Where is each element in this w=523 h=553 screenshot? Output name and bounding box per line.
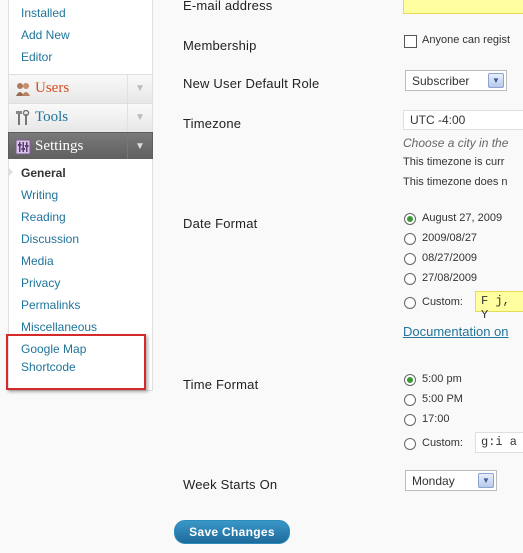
date-format-option-1: August 27, 2009 — [422, 212, 503, 224]
time-format-custom-value: g:i a — [481, 435, 518, 449]
save-changes-button[interactable]: Save Changes — [174, 520, 290, 544]
tools-icon — [16, 110, 30, 125]
membership-label: Membership — [183, 38, 257, 53]
highlight-box — [6, 334, 146, 390]
timezone-label: Timezone — [183, 116, 242, 131]
menu-settings[interactable]: Settings ▼ — [8, 132, 153, 162]
date-format-label: Date Format — [183, 216, 258, 231]
default-role-value: Subscriber — [412, 74, 470, 88]
menu-users-label: Users — [35, 80, 70, 96]
menu-tools-label: Tools — [35, 109, 69, 125]
current-page-pointer — [8, 167, 13, 177]
submenu-installed[interactable]: Installed — [21, 6, 66, 20]
timezone-note-dst: This timezone does n — [403, 176, 508, 188]
submenu-writing[interactable]: Writing — [21, 188, 58, 202]
menu-users[interactable]: Users ▼ — [8, 74, 153, 104]
week-starts-value: Monday — [412, 474, 455, 488]
date-format-custom-input[interactable]: F j, Y — [475, 291, 523, 322]
timezone-value: UTC -4:00 — [410, 113, 466, 127]
membership-checkbox[interactable] — [404, 35, 417, 48]
submenu-editor[interactable]: Editor — [21, 50, 52, 64]
date-format-option-3: 08/27/2009 — [422, 252, 478, 264]
date-format-radio-3[interactable] — [404, 253, 416, 265]
dropdown-arrow-icon: ▼ — [478, 473, 494, 488]
submenu-permalinks[interactable]: Permalinks — [21, 298, 80, 312]
time-format-radio-2[interactable] — [404, 394, 416, 406]
date-format-radio-2[interactable] — [404, 233, 416, 245]
submenu-media[interactable]: Media — [21, 254, 54, 268]
settings-icon — [15, 139, 31, 155]
chevron-down-icon[interactable]: ▼ — [127, 75, 152, 103]
menu-settings-label: Settings — [35, 138, 84, 154]
submenu-reading[interactable]: Reading — [21, 210, 66, 224]
time-format-custom-label: Custom: — [422, 437, 463, 449]
timezone-hint: Choose a city in the — [403, 136, 509, 150]
dropdown-arrow-icon: ▼ — [488, 73, 504, 88]
submenu-miscellaneous[interactable]: Miscellaneous — [21, 320, 97, 334]
date-format-custom-value: F j, Y — [481, 294, 510, 322]
submenu-privacy[interactable]: Privacy — [21, 276, 60, 290]
timezone-select[interactable]: UTC -4:00 — [403, 110, 523, 130]
default-role-label: New User Default Role — [183, 76, 320, 91]
email-field[interactable] — [403, 0, 523, 14]
users-icon — [16, 83, 30, 96]
date-format-radio-1[interactable] — [404, 213, 416, 225]
membership-checkbox-label: Anyone can regist — [422, 34, 511, 46]
date-format-radio-4[interactable] — [404, 273, 416, 285]
time-format-radio-3[interactable] — [404, 414, 416, 426]
week-starts-label: Week Starts On — [183, 477, 278, 492]
documentation-link[interactable]: Documentation on — [403, 324, 509, 339]
submenu-general[interactable]: General — [21, 166, 66, 180]
chevron-down-icon[interactable]: ▼ — [127, 133, 152, 161]
menu-tools[interactable]: Tools ▼ — [8, 103, 153, 133]
date-format-custom-label: Custom: — [422, 296, 463, 308]
chevron-down-icon[interactable]: ▼ — [127, 104, 152, 132]
date-format-radio-custom[interactable] — [404, 297, 416, 309]
time-format-label: Time Format — [183, 377, 259, 392]
time-format-option-1: 5:00 pm — [422, 373, 462, 385]
time-format-option-2: 5:00 PM — [422, 393, 463, 405]
submenu-discussion[interactable]: Discussion — [21, 232, 79, 246]
default-role-select[interactable]: Subscriber ▼ — [405, 70, 507, 91]
timezone-note-current: This timezone is curr — [403, 156, 505, 168]
submenu-add-new[interactable]: Add New — [21, 28, 70, 42]
appearance-submenu: Installed Add New Editor — [8, 0, 153, 75]
date-format-option-4: 27/08/2009 — [422, 272, 478, 284]
date-format-option-2: 2009/08/27 — [422, 232, 478, 244]
time-format-option-3: 17:00 — [422, 413, 450, 425]
time-format-custom-input[interactable]: g:i a — [475, 432, 523, 453]
email-label: E-mail address — [183, 0, 273, 13]
week-starts-select[interactable]: Monday ▼ — [405, 470, 497, 491]
time-format-radio-1[interactable] — [404, 374, 416, 386]
time-format-radio-custom[interactable] — [404, 438, 416, 450]
